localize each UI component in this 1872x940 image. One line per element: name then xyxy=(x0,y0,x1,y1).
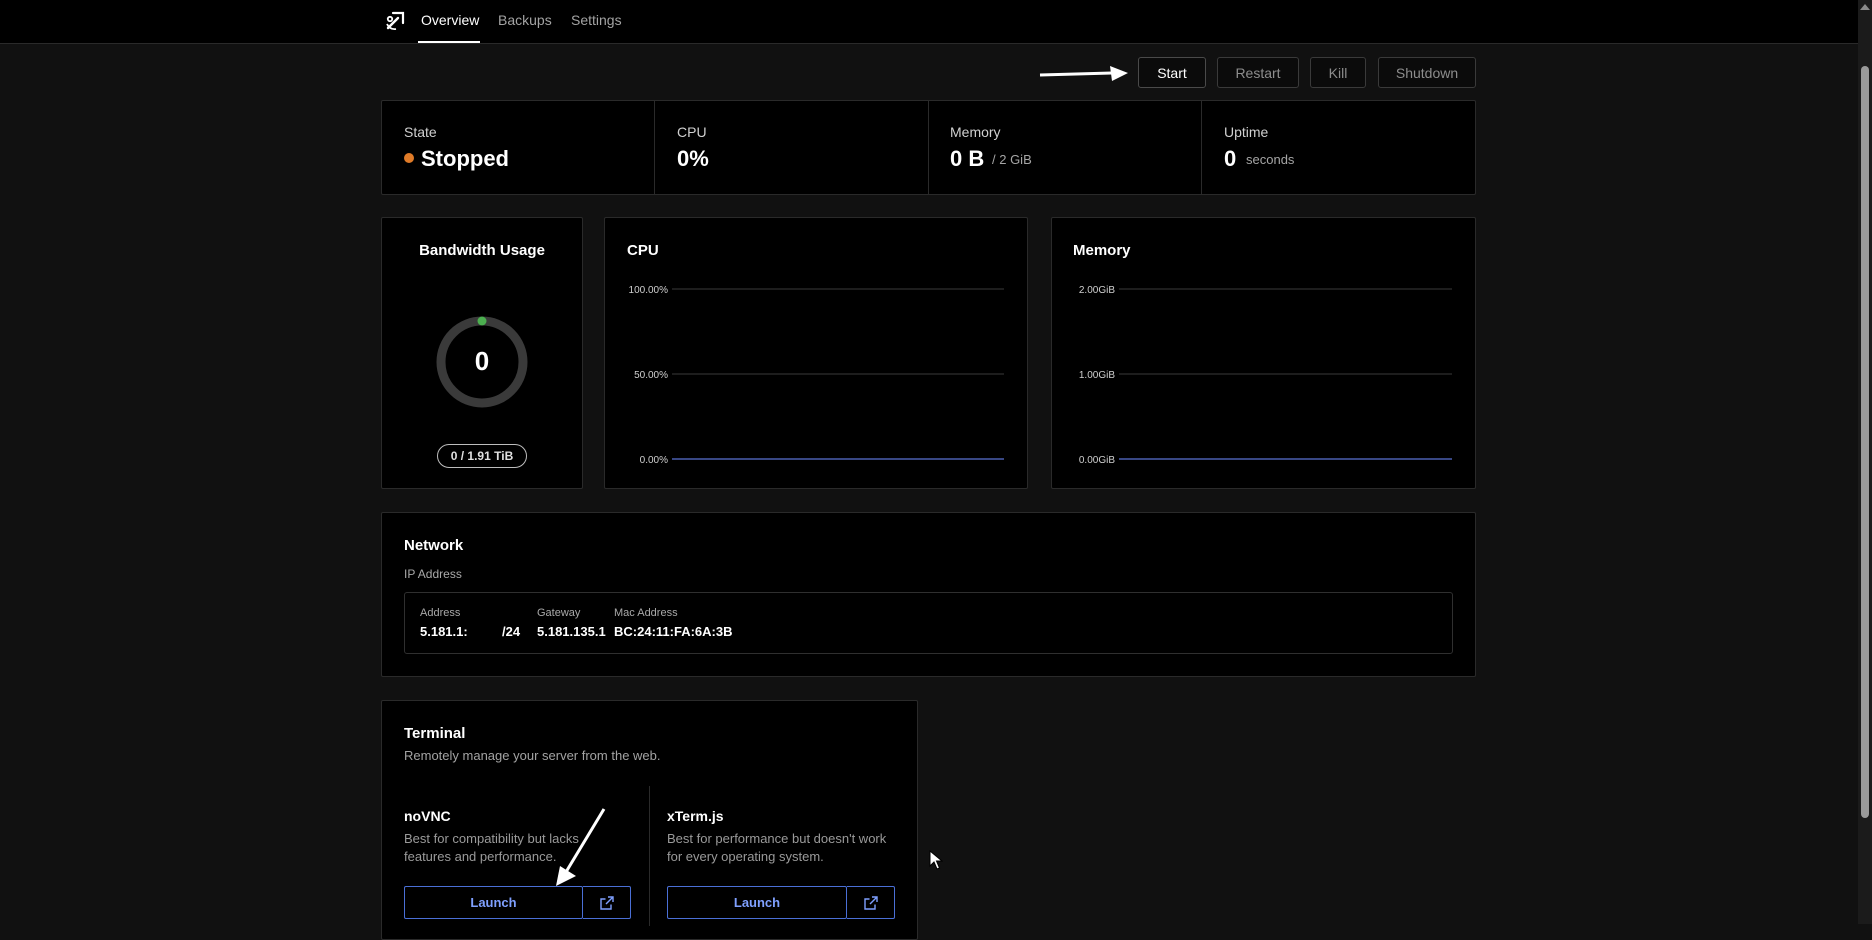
memory-label: Memory xyxy=(950,124,1001,140)
shutdown-button[interactable]: Shutdown xyxy=(1378,57,1476,88)
tab-settings[interactable]: Settings xyxy=(571,12,622,28)
cpu-value: 0% xyxy=(677,146,709,171)
uptime-label: Uptime xyxy=(1224,124,1269,140)
stats-divider xyxy=(928,100,929,194)
bandwidth-gauge-marker xyxy=(477,316,487,326)
memory-chart-y-tick-label: 0.00GiB xyxy=(1079,455,1115,466)
novnc-launch-button[interactable]: Launch xyxy=(404,886,583,919)
memory-total: / 2 GiB xyxy=(992,152,1032,167)
restart-button[interactable]: Restart xyxy=(1217,57,1299,88)
novnc-title: noVNC xyxy=(404,808,451,824)
gateway-value: 5.181.135.1 xyxy=(537,624,606,639)
xterm-open-external-button[interactable] xyxy=(847,886,895,919)
terminal-divider xyxy=(649,786,650,926)
uptime-unit: seconds xyxy=(1246,152,1295,167)
bandwidth-title: Bandwidth Usage xyxy=(419,242,545,259)
memory-line-chart: 2.00GiB 1.00GiB 0.00GiB xyxy=(1079,285,1452,466)
annotation-arrow-right-icon xyxy=(1039,66,1128,81)
stats-divider xyxy=(1201,100,1202,194)
mouse-cursor-icon xyxy=(929,850,943,870)
state-value: Stopped xyxy=(421,146,509,171)
active-tab-indicator xyxy=(418,41,480,43)
cpu-label: CPU xyxy=(677,124,707,140)
address-suffix: /24 xyxy=(502,624,521,639)
app-logo-icon[interactable] xyxy=(384,10,406,32)
stats-divider xyxy=(654,100,655,194)
xterm-launch-button[interactable]: Launch xyxy=(667,886,847,919)
kill-button[interactable]: Kill xyxy=(1310,57,1366,88)
uptime-value: 0 xyxy=(1224,146,1237,171)
cpu-chart-y-tick-label: 0.00% xyxy=(640,455,668,466)
memory-value: 0 B xyxy=(950,146,985,171)
external-link-icon xyxy=(599,895,614,910)
novnc-open-external-button[interactable] xyxy=(583,886,631,919)
xterm-title: xTerm.js xyxy=(667,808,724,824)
memory-chart-y-tick-label: 1.00GiB xyxy=(1079,370,1115,381)
cpu-chart-y-tick-label: 50.00% xyxy=(634,370,668,381)
bandwidth-value: 0 xyxy=(474,346,490,376)
start-button[interactable]: Start xyxy=(1138,57,1206,88)
scroll-up-arrow-icon[interactable] xyxy=(1860,4,1870,10)
memory-chart-y-tick-label: 2.00GiB xyxy=(1079,285,1115,296)
annotation-arrow-down-left-icon xyxy=(556,808,606,886)
network-subtitle: IP Address xyxy=(404,567,462,581)
bandwidth-usage-pill: 0 / 1.91 TiB xyxy=(437,444,527,468)
mac-address-value: BC:24:11:FA:6A:3B xyxy=(614,624,733,639)
address-label: Address xyxy=(420,607,461,619)
xterm-description: Best for performance but doesn't work fo… xyxy=(667,831,887,864)
tab-backups[interactable]: Backups xyxy=(498,12,552,28)
scrollbar-thumb[interactable] xyxy=(1861,66,1869,818)
cpu-line-chart: 100.00% 50.00% 0.00% xyxy=(629,285,1004,466)
state-indicator-dot xyxy=(404,153,414,163)
gateway-label: Gateway xyxy=(537,607,581,619)
state-label: State xyxy=(404,124,437,140)
mac-address-label: Mac Address xyxy=(614,607,678,619)
ip-address-row xyxy=(404,592,1453,654)
top-navbar xyxy=(0,0,1858,44)
external-link-icon xyxy=(863,895,878,910)
terminal-subtitle: Remotely manage your server from the web… xyxy=(404,748,661,763)
address-value: 5.181.1: xyxy=(420,624,468,639)
terminal-title: Terminal xyxy=(404,725,466,742)
network-title: Network xyxy=(404,537,464,554)
cpu-chart-y-tick-label: 100.00% xyxy=(629,285,669,296)
tab-overview[interactable]: Overview xyxy=(421,12,479,28)
